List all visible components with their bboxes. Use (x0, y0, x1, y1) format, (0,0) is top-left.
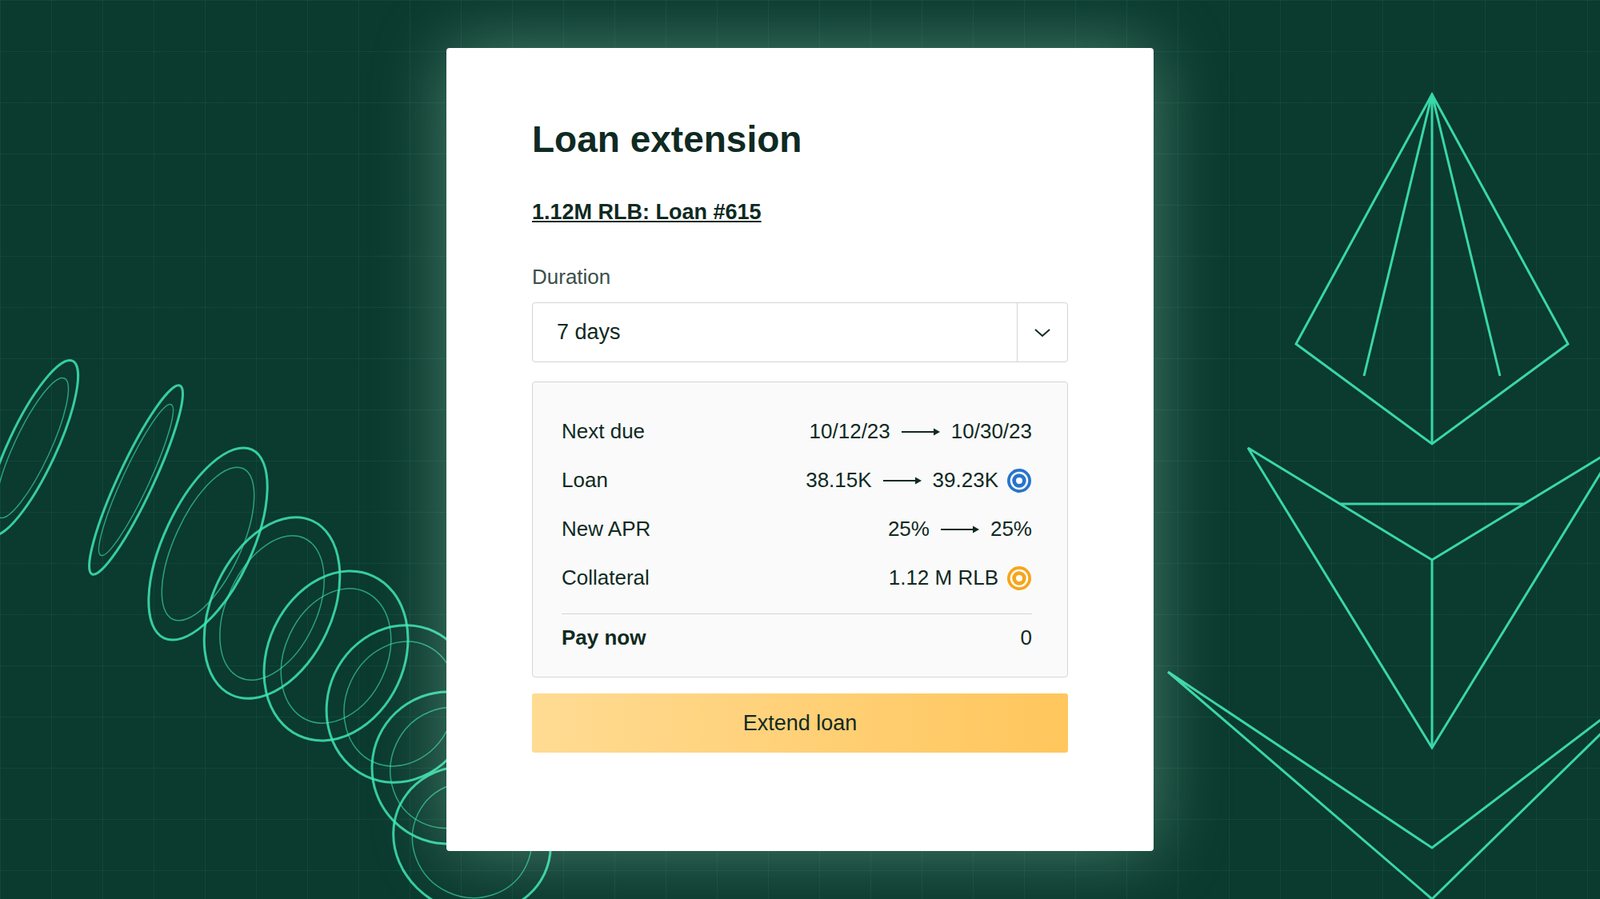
summary-row: Collateral 1.12 M RLB (561, 553, 1032, 603)
ethereum-illustration (1152, 0, 1600, 899)
summary-label: Loan (561, 464, 608, 496)
summary-value: 1.12 M RLB (888, 562, 999, 594)
pay-now-label: Pay now (561, 622, 646, 654)
summary-from: 25% (888, 513, 930, 545)
arrow-icon (883, 476, 922, 486)
loan-link[interactable]: 1.12M RLB: Loan #615 (532, 198, 762, 226)
summary-row: Next due 10/12/23 10/30/23 (561, 407, 1032, 456)
extend-loan-button[interactable]: Extend loan (532, 693, 1068, 753)
summary-box: Next due 10/12/23 10/30/23 Loan 38.15K 39.23K… (532, 381, 1068, 678)
pay-now-row: Pay now 0 (561, 614, 1032, 661)
summary-row: Loan 38.15K 39.23K (561, 456, 1032, 505)
chevron-down-icon (1033, 327, 1052, 339)
token-icon (1006, 565, 1032, 592)
arrow-icon (901, 427, 940, 437)
summary-to: 25% (990, 513, 1032, 545)
duration-select[interactable]: 7 days (532, 302, 1068, 363)
summary-label: Collateral (561, 562, 650, 594)
summary-row: New APR 25% 25% (561, 504, 1032, 554)
summary-from: 10/12/23 (809, 416, 891, 448)
summary-from: 38.15K (805, 464, 872, 496)
duration-value: 7 days (532, 303, 1017, 362)
token-icon (1006, 468, 1032, 494)
summary-label: New APR (561, 513, 651, 545)
loan-extension-dialog: Loan extension 1.12M RLB: Loan #615 Durati… (446, 48, 1154, 852)
duration-label: Duration (532, 264, 1068, 290)
summary-divider (561, 613, 1032, 615)
pay-now-value: 0 (1020, 622, 1032, 654)
summary-label: Next due (561, 416, 645, 448)
dialog-title: Loan extension (532, 116, 1068, 162)
page: Loan extension 1.12M RLB: Loan #615 Durati… (0, 0, 1600, 899)
summary-to: 39.23K (932, 464, 999, 496)
arrow-icon (940, 524, 980, 535)
summary-to: 10/30/23 (951, 416, 1032, 448)
